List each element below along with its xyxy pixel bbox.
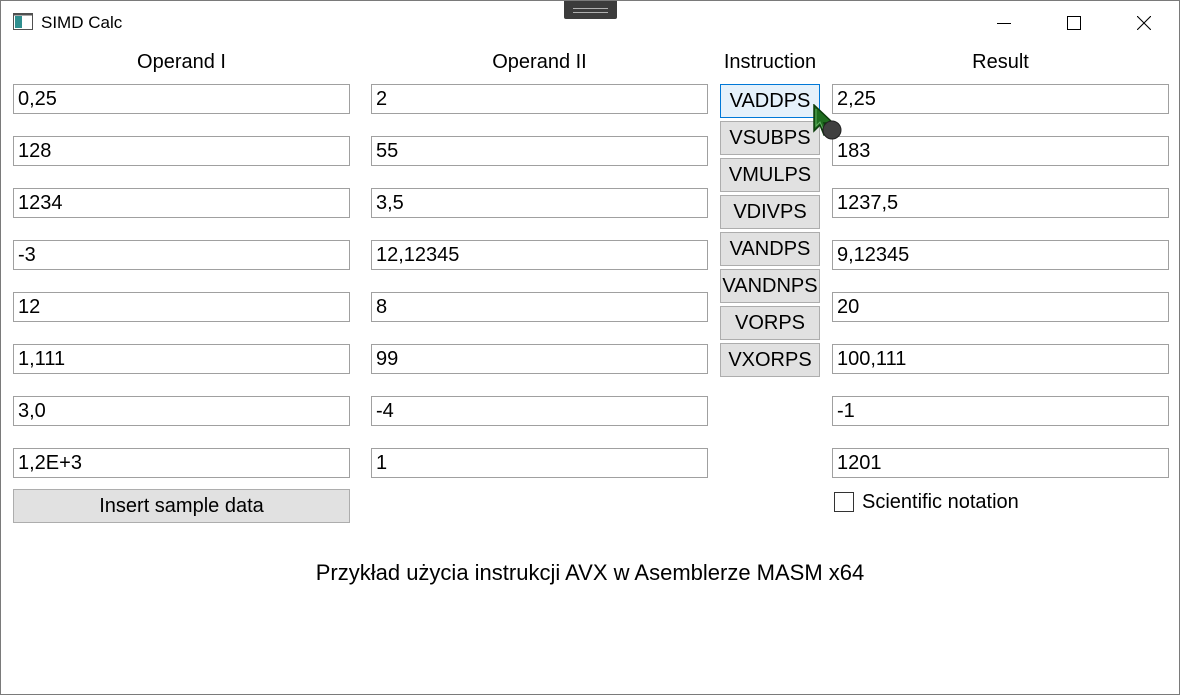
result-field[interactable]: [832, 396, 1169, 426]
operand1-field[interactable]: [13, 136, 350, 166]
result-field[interactable]: [832, 136, 1169, 166]
close-icon: [1137, 16, 1151, 30]
scientific-notation-checkbox[interactable]: [834, 492, 854, 512]
operand2-field[interactable]: [371, 292, 708, 322]
result-header: Result: [972, 51, 1029, 73]
app-window-icon: [13, 13, 33, 30]
title-drag-grip[interactable]: [564, 1, 617, 19]
footer-description: Przykład użycia instrukcji AVX w Asemble…: [315, 560, 865, 585]
operand1-field[interactable]: [13, 188, 350, 218]
vsubps-button[interactable]: VSUBPS: [720, 121, 820, 155]
result-field[interactable]: [832, 448, 1169, 478]
maximize-icon: [1067, 16, 1081, 30]
minimize-button[interactable]: [969, 1, 1039, 45]
scientific-notation-label[interactable]: Scientific notation: [862, 491, 1019, 514]
operand2-field[interactable]: [371, 396, 708, 426]
operand1-field[interactable]: [13, 396, 350, 426]
operand1-header: Operand I: [137, 51, 226, 73]
vxorps-button[interactable]: VXORPS: [720, 343, 820, 377]
result-field[interactable]: [832, 292, 1169, 322]
vdivps-button[interactable]: VDIVPS: [720, 195, 820, 229]
operand1-field[interactable]: [13, 344, 350, 374]
result-field[interactable]: [832, 344, 1169, 374]
window-title: SIMD Calc: [41, 13, 123, 32]
vaddps-button[interactable]: VADDPS: [720, 84, 820, 118]
title-bar[interactable]: SIMD Calc: [1, 1, 1179, 45]
result-field[interactable]: [832, 84, 1169, 114]
minimize-icon: [997, 23, 1011, 24]
operand2-field[interactable]: [371, 344, 708, 374]
vmulps-button[interactable]: VMULPS: [720, 158, 820, 192]
result-field[interactable]: [832, 240, 1169, 270]
operand2-field[interactable]: [371, 448, 708, 478]
operand2-field[interactable]: [371, 136, 708, 166]
operand2-field[interactable]: [371, 240, 708, 270]
operand2-header: Operand II: [492, 51, 587, 73]
insert-sample-data-button[interactable]: Insert sample data: [13, 489, 350, 523]
operand1-field[interactable]: [13, 84, 350, 114]
app-window: SIMD Calc Operand I Operand II Instructi…: [0, 0, 1180, 695]
close-button[interactable]: [1109, 1, 1179, 45]
operand2-field[interactable]: [371, 188, 708, 218]
operand1-field[interactable]: [13, 292, 350, 322]
operand2-field[interactable]: [371, 84, 708, 114]
maximize-button[interactable]: [1039, 1, 1109, 45]
operand1-field[interactable]: [13, 240, 350, 270]
vandnps-button[interactable]: VANDNPS: [720, 269, 820, 303]
result-field[interactable]: [832, 188, 1169, 218]
vorps-button[interactable]: VORPS: [720, 306, 820, 340]
operand1-field[interactable]: [13, 448, 350, 478]
instruction-header: Instruction: [723, 51, 817, 73]
vandps-button[interactable]: VANDPS: [720, 232, 820, 266]
